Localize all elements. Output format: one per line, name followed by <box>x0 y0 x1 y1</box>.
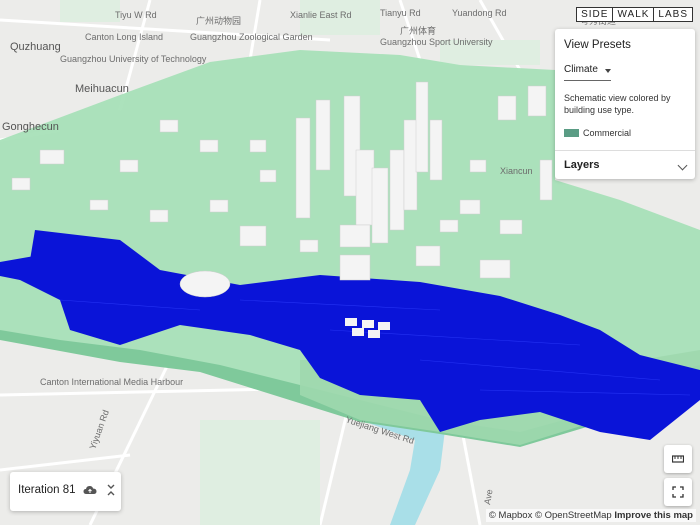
legend-commercial: Commercial <box>564 128 631 138</box>
preset-value: Climate <box>564 64 598 75</box>
fullscreen-icon <box>672 486 684 498</box>
attribution-mapbox[interactable]: © Mapbox <box>489 510 532 521</box>
map-ruler-button[interactable] <box>664 445 692 473</box>
iteration-panel: Iteration 81 <box>10 472 121 511</box>
panel-divider <box>555 150 695 151</box>
collapse-icon[interactable] <box>106 484 116 496</box>
attribution-improve[interactable]: Improve this map <box>614 510 693 521</box>
legend-swatch <box>564 129 579 137</box>
label-zoo-zh: 广州动物园 <box>196 15 241 26</box>
label-meihuacun: Meihuacun <box>75 83 129 95</box>
label-xiancun: Xiancun <box>500 166 533 176</box>
sidewalk-labs-logo: SIDE WALK LABS <box>576 7 693 22</box>
layers-label: Layers <box>564 159 600 171</box>
fullscreen-button[interactable] <box>664 478 692 506</box>
label-canton-long-island: Canton Long Island <box>85 32 163 42</box>
label-sports-center: Guangzhou Sport University <box>380 37 493 47</box>
label-tiyu-w-rd: Tiyu W Rd <box>115 10 157 20</box>
label-canton-intl: Canton International Media Harbour <box>40 377 183 387</box>
iteration-label: Iteration 81 <box>18 484 76 496</box>
attribution-osm[interactable]: © OpenStreetMap <box>535 510 612 521</box>
label-xianlie-east: Xianlie East Rd <box>290 10 352 20</box>
map-attribution: © Mapbox © OpenStreetMap Improve this ma… <box>485 509 696 522</box>
logo-part-side: SIDE <box>577 8 614 21</box>
preset-select[interactable]: Climate <box>564 63 611 81</box>
legend-label: Commercial <box>583 128 632 138</box>
label-quzhuang: Quzhuang <box>10 41 61 53</box>
panel-title: View Presets <box>564 39 631 51</box>
preset-description: Schematic view colored by building use t… <box>564 93 671 115</box>
cloud-upload-icon[interactable] <box>83 484 97 496</box>
ruler-icon <box>672 455 684 463</box>
label-tianyu: Tianyu Rd <box>380 8 421 18</box>
label-sports-center-zh: 广州体育 <box>400 25 436 36</box>
label-guangzhou-univ: Guangzhou University of Technology <box>60 54 207 64</box>
layers-toggle[interactable]: Layers <box>564 159 688 175</box>
label-guangzhou-zoo: Guangzhou Zoological Garden <box>190 32 313 42</box>
logo-part-walk: WALK <box>613 8 655 21</box>
caret-down-icon <box>605 69 611 73</box>
label-yuandong: Yuandong Rd <box>452 8 507 18</box>
label-gonghecun: Gonghecun <box>2 121 59 133</box>
logo-part-labs: LABS <box>658 9 688 20</box>
chevron-down-icon <box>677 160 688 171</box>
view-presets-panel: View Presets Climate Schematic view colo… <box>555 29 695 179</box>
